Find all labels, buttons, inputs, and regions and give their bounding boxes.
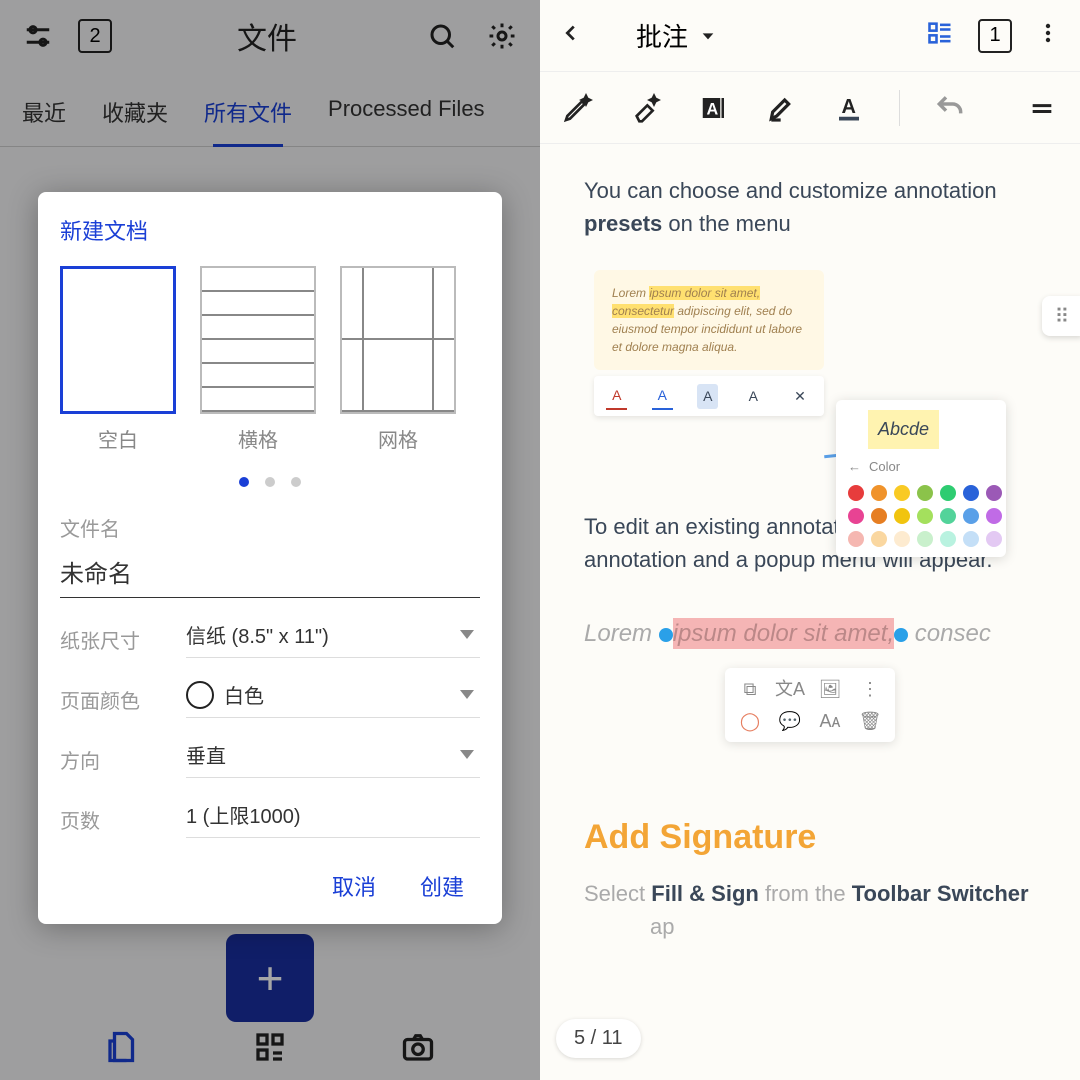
color-swatch[interactable] (871, 531, 887, 547)
color-swatch[interactable] (917, 531, 933, 547)
highlight-sample: Lorem ipsum dolor sit amet, consec (584, 616, 1036, 652)
color-swatch[interactable] (940, 531, 956, 547)
annotation-toolbar: A A (540, 72, 1080, 144)
font-icon[interactable]: Aᴀ (813, 708, 847, 734)
color-swatch[interactable] (894, 508, 910, 524)
color-swatch[interactable] (871, 508, 887, 524)
outline-icon[interactable] (926, 19, 954, 52)
color-swatch[interactable] (917, 508, 933, 524)
more-icon[interactable] (1036, 21, 1060, 50)
signature-heading: Add Signature (584, 812, 1036, 863)
orientation-select[interactable]: 垂直 (186, 740, 480, 778)
new-document-modal: 新建文档 空白 横格 网格 文件名 未命名 纸张尺寸 信纸 (8.5" x 11… (38, 192, 502, 924)
delete-icon[interactable]: 🗑 (853, 708, 887, 734)
highlighter-icon[interactable] (760, 86, 804, 130)
page-count-badge[interactable]: 1 (978, 19, 1012, 53)
create-button[interactable]: 创建 (420, 870, 464, 902)
pen-sparkle-icon[interactable] (556, 86, 600, 130)
palette-icon[interactable]: ◯ (733, 708, 767, 734)
image-icon[interactable]: 🖼 (813, 676, 847, 702)
drag-handle-icon[interactable] (1020, 86, 1064, 130)
text-color-icon[interactable]: A (827, 86, 871, 130)
eraser-sparkle-icon[interactable] (624, 86, 668, 130)
page-color-select[interactable]: 白色 (186, 680, 480, 718)
back-button[interactable] (560, 22, 582, 49)
preset-a-selected[interactable]: A (697, 384, 718, 409)
format-presets-bar: A A A A ✕ (594, 376, 824, 416)
color-swatch[interactable] (894, 485, 910, 501)
color-swatch[interactable] (986, 531, 1002, 547)
svg-text:A: A (842, 96, 856, 118)
color-swatch[interactable] (894, 531, 910, 547)
color-swatch[interactable] (986, 508, 1002, 524)
template-lined[interactable]: 横格 (200, 266, 316, 453)
color-swatch[interactable] (940, 485, 956, 501)
copy-icon[interactable]: ⧉ (733, 676, 767, 702)
color-swatch[interactable] (871, 485, 887, 501)
preset-a-blue[interactable]: A (652, 383, 673, 410)
template-page-indicator (56, 477, 484, 487)
template-blank[interactable]: 空白 (60, 266, 176, 453)
color-swatch[interactable] (917, 485, 933, 501)
chevron-down-icon (460, 630, 474, 639)
svg-text:A: A (706, 100, 718, 118)
color-picker-panel: Abcde ← Color (836, 400, 1006, 557)
signature-text: Select Fill & Sign from the Toolbar Swit… (584, 877, 1036, 943)
page-count-input[interactable]: 1 (上限1000) (186, 800, 480, 838)
undo-icon[interactable] (928, 86, 972, 130)
preset-a-plain[interactable]: A (743, 384, 764, 409)
page-count-label: 页数 (60, 805, 186, 834)
color-swatch[interactable] (963, 531, 979, 547)
sample-note: Lorem ipsum dolor sit amet, consectetur … (594, 270, 824, 370)
page-indicator[interactable]: 5 / 11 (556, 1019, 641, 1058)
page-color-label: 页面颜色 (60, 685, 186, 714)
filename-input[interactable]: 未命名 (60, 554, 480, 598)
more-menu-icon[interactable]: ⋮ (853, 676, 887, 702)
filename-label: 文件名 (60, 513, 480, 542)
annotation-context-menu: ⧉ 文A 🖼 ⋮ ◯ 💬 Aᴀ 🗑 (725, 668, 895, 742)
color-swatch[interactable] (848, 531, 864, 547)
intro-text: You can choose and customize annotation … (584, 174, 1036, 240)
color-swatch[interactable] (848, 508, 864, 524)
paper-size-select[interactable]: 信纸 (8.5" x 11") (186, 620, 480, 658)
modal-title: 新建文档 (56, 214, 484, 246)
preset-a-red[interactable]: A (606, 383, 627, 410)
color-swatch[interactable] (986, 485, 1002, 501)
color-swatch[interactable] (940, 508, 956, 524)
chevron-down-icon (460, 750, 474, 759)
color-swatch[interactable] (963, 508, 979, 524)
cancel-button[interactable]: 取消 (332, 870, 376, 902)
translate-icon[interactable]: 文A (773, 676, 807, 702)
comment-icon[interactable]: 💬 (773, 708, 807, 734)
text-box-icon[interactable]: A (692, 86, 736, 130)
side-grip-icon[interactable]: ⠿ (1042, 296, 1080, 336)
paper-size-label: 纸张尺寸 (60, 625, 186, 654)
chevron-down-icon (460, 690, 474, 699)
template-grid[interactable]: 网格 (340, 266, 456, 453)
mode-dropdown[interactable]: 批注 (636, 17, 716, 54)
orientation-label: 方向 (60, 745, 186, 774)
color-preview: Abcde (868, 410, 939, 449)
document-content[interactable]: You can choose and customize annotation … (540, 144, 1080, 973)
color-swatch[interactable] (963, 485, 979, 501)
close-preset-icon[interactable]: ✕ (788, 384, 812, 409)
color-back-button[interactable]: ← Color (848, 457, 994, 477)
color-swatch[interactable] (848, 485, 864, 501)
